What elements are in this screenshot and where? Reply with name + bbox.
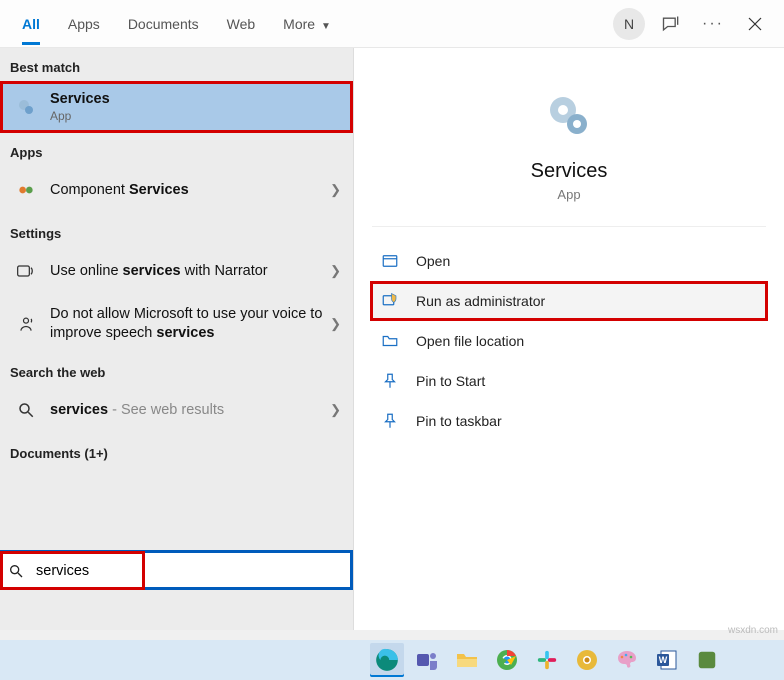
shield-icon [378,289,402,313]
result-best-match-services[interactable]: Services App [0,81,353,133]
action-label: Pin to taskbar [416,413,502,429]
tab-more[interactable]: More ▼ [269,4,345,44]
tabs-bar: All Apps Documents Web More ▼ N ··· [0,0,784,48]
gear-icon [541,88,597,144]
action-pin-taskbar[interactable]: Pin to taskbar [354,401,784,441]
tab-all[interactable]: All [8,4,54,44]
search-icon [12,396,40,424]
taskbar-chrome-canary-icon[interactable] [570,643,604,677]
pin-icon [378,409,402,433]
result-do-not-allow-voice[interactable]: Do not allow Microsoft to use your voice… [0,295,353,353]
pin-icon [378,369,402,393]
action-list: Open Run as administrator Open file loca… [354,233,784,449]
taskbar-word-icon[interactable]: W [650,643,684,677]
section-search-web: Search the web [0,353,353,386]
folder-icon [378,329,402,353]
result-title: services - See web results [50,402,330,418]
taskbar-edge-icon[interactable] [370,643,404,677]
section-apps: Apps [0,133,353,166]
chevron-right-icon: ❯ [330,263,341,279]
taskbar-teams-icon[interactable] [410,643,444,677]
avatar[interactable]: N [612,7,646,41]
tab-web[interactable]: Web [213,4,270,44]
results-pane: Best match Services App Apps Component S… [0,48,353,630]
result-title: Component Services [50,182,330,198]
action-pin-start[interactable]: Pin to Start [354,361,784,401]
gear-icon [12,93,40,121]
action-label: Run as administrator [416,293,545,309]
result-subtitle: App [50,109,341,123]
component-icon [12,176,40,204]
taskbar: W [0,640,784,680]
taskbar-slack-icon[interactable] [530,643,564,677]
action-run-admin[interactable]: Run as administrator [370,281,768,321]
detail-title: Services [531,160,608,183]
section-documents: Documents (1+) [0,434,353,467]
result-web-services[interactable]: services - See web results ❯ [0,386,353,434]
result-title: Do not allow Microsoft to use your voice… [50,305,330,343]
chevron-right-icon: ❯ [330,182,341,198]
taskbar-app-icon[interactable] [690,643,724,677]
close-icon[interactable] [738,7,772,41]
more-options-icon[interactable]: ··· [696,7,730,41]
tab-documents[interactable]: Documents [114,4,213,44]
taskbar-chrome-icon[interactable] [490,643,524,677]
action-label: Open [416,253,450,269]
result-title: Use online services with Narrator [50,263,330,279]
result-title: Services [50,91,341,107]
detail-header: Services App [354,48,784,226]
open-icon [378,249,402,273]
chevron-right-icon: ❯ [330,402,341,418]
result-component-services[interactable]: Component Services ❯ [0,166,353,214]
taskbar-paint-icon[interactable] [610,643,644,677]
main-area: Best match Services App Apps Component S… [0,48,784,630]
detail-pane: Services App Open Run as administrator O… [353,48,784,630]
svg-text:W: W [659,655,668,665]
search-icon [0,563,32,579]
voice-icon [12,310,40,338]
search-input[interactable] [32,551,353,590]
tab-apps[interactable]: Apps [54,4,114,44]
watermark: wsxdn.com [728,625,778,636]
section-settings: Settings [0,214,353,247]
tab-more-label: More [283,16,315,32]
search-bar [0,550,353,590]
section-best-match: Best match [0,48,353,81]
narrator-icon [12,257,40,285]
action-label: Pin to Start [416,373,485,389]
chevron-down-icon: ▼ [321,21,331,32]
taskbar-explorer-icon[interactable] [450,643,484,677]
feedback-icon[interactable] [654,7,688,41]
action-open-location[interactable]: Open file location [354,321,784,361]
avatar-initial: N [613,8,645,40]
action-label: Open file location [416,333,524,349]
result-use-online-services[interactable]: Use online services with Narrator ❯ [0,247,353,295]
chevron-right-icon: ❯ [330,316,341,332]
detail-subtitle: App [557,187,580,202]
action-open[interactable]: Open [354,241,784,281]
